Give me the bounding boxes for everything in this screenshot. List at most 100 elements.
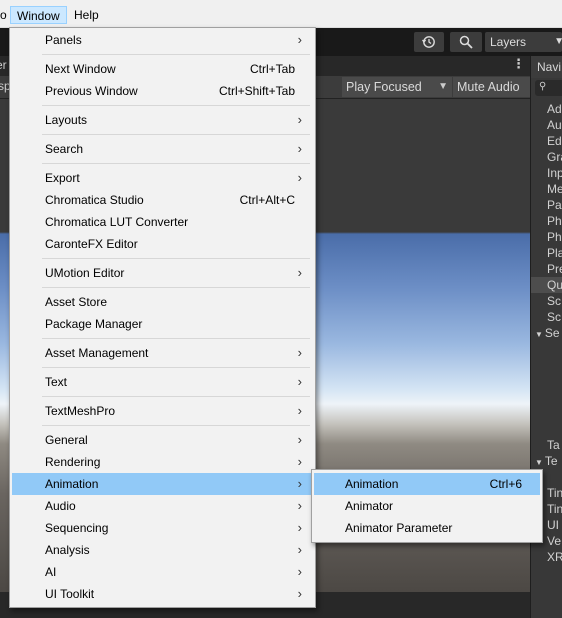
submenu-item-label: Animator Parameter [345,521,453,535]
menu-item-asset-management[interactable]: Asset Management › [12,342,313,364]
chevron-right-icon: › [297,403,302,418]
chevron-right-icon: › [297,141,302,156]
navigation-item [531,373,562,389]
menu-item-label: Chromatica Studio [45,193,144,207]
menu-item-chromatica-lut-converter[interactable]: Chromatica LUT Converter [12,211,313,233]
main-menu-bar: o Window Help [0,0,562,28]
navigation-item [531,405,562,421]
chevron-right-icon: › [297,564,302,579]
menu-item-sequencing[interactable]: Sequencing › [12,517,313,539]
navigation-item[interactable]: Au [531,117,562,133]
navigation-item[interactable]: Pa [531,197,562,213]
submenu-item-animator[interactable]: Animator [314,495,540,517]
menu-item-audio[interactable]: Audio › [12,495,313,517]
navigation-item-label: Pa [547,198,562,212]
menu-separator [42,396,310,397]
menu-item-carontefx-editor[interactable]: CaronteFX Editor [12,233,313,255]
navigation-group[interactable]: ▼ Te [531,453,562,469]
navigation-item[interactable]: Ph [531,213,562,229]
navigation-search-input[interactable]: ⚲ [535,80,562,96]
menu-item-panels[interactable]: Panels › [12,29,313,51]
more-options-icon[interactable]: ⋮ [512,56,525,72]
menu-item-text[interactable]: Text › [12,371,313,393]
navigation-group[interactable]: ▼ Se [531,325,562,341]
navigation-item [531,357,562,373]
navigation-item[interactable]: Ta [531,437,562,453]
mute-audio-toggle[interactable]: Mute Audio [453,77,530,97]
navigation-item-label: Ad [547,102,562,116]
menu-item-label: TextMeshPro [45,404,116,418]
menu-separator [42,54,310,55]
play-focused-dropdown[interactable]: Play Focused ▼ [342,77,452,97]
menu-item-asset-store[interactable]: Asset Store [12,291,313,313]
menu-item-rendering[interactable]: Rendering › [12,451,313,473]
expand-triangle-icon[interactable]: ▼ [535,458,543,467]
menu-help[interactable]: Help [68,6,105,24]
navigation-item-label: Se [544,326,560,340]
menu-item-layouts[interactable]: Layouts › [12,109,313,131]
menu-item-umotion-editor[interactable]: UMotion Editor › [12,262,313,284]
navigation-item[interactable]: Inp [531,165,562,181]
chevron-down-icon: ▼ [554,36,562,47]
navigation-item[interactable]: Sc [531,293,562,309]
chevron-right-icon: › [297,498,302,513]
navigation-item[interactable]: Gra [531,149,562,165]
navigation-item[interactable]: Sc [531,309,562,325]
menu-item-search[interactable]: Search › [12,138,313,160]
menu-window[interactable]: Window [10,6,67,24]
navigation-item[interactable]: Me [531,181,562,197]
menu-item-label: Chromatica LUT Converter [45,215,189,229]
navigation-item[interactable]: Ed [531,133,562,149]
submenu-item-animation[interactable]: Animation Ctrl+6 [314,473,540,495]
menu-item-export[interactable]: Export › [12,167,313,189]
chevron-right-icon: › [297,374,302,389]
navigation-item-label: XR [547,550,562,564]
submenu-item-animator-parameter[interactable]: Animator Parameter [314,517,540,539]
navigation-item[interactable]: Pre [531,261,562,277]
menu-item-next-window[interactable]: Next Window Ctrl+Tab [12,58,313,80]
menu-item-ui-toolkit[interactable]: UI Toolkit › [12,583,313,605]
navigation-item[interactable]: Ph [531,229,562,245]
chevron-right-icon: › [297,32,302,47]
navigation-item[interactable]: Pla [531,245,562,261]
menu-item-label: Previous Window [45,84,138,98]
menu-item-label: AI [45,565,57,579]
menu-separator [42,134,310,135]
menu-item-textmeshpro[interactable]: TextMeshPro › [12,400,313,422]
search-button[interactable] [450,32,482,52]
navigation-item[interactable]: XR [531,549,562,565]
menu-item-label: Panels [45,33,82,47]
navigation-item[interactable]: Qu [531,277,562,293]
expand-triangle-icon[interactable]: ▼ [535,330,543,339]
navigation-item-label: Ve [547,534,562,548]
submenu-item-shortcut: Ctrl+6 [489,477,522,491]
navigation-item-label: Sc [547,310,562,324]
navigation-item[interactable]: Ad [531,101,562,117]
chevron-right-icon: › [297,170,302,185]
menu-item-label: Export [45,171,80,185]
chevron-down-icon: ▼ [438,81,448,92]
menu-item-previous-window[interactable]: Previous Window Ctrl+Shift+Tab [12,80,313,102]
menu-item-label: Sequencing [45,521,109,535]
history-button[interactable] [414,32,444,52]
history-icon [422,36,435,48]
navigation-item-label: Ph [547,214,562,228]
navigation-item-label: Pla [547,246,562,260]
menu-item-general[interactable]: General › [12,429,313,451]
menu-item-animation[interactable]: Animation › [12,473,313,495]
game-view-tab[interactable]: er [0,58,7,72]
chevron-right-icon: › [297,112,302,127]
layers-dropdown[interactable]: Layers ▼ [485,32,562,52]
navigation-item-label: Sc [547,294,562,308]
menu-item-chromatica-studio[interactable]: Chromatica Studio Ctrl+Alt+C [12,189,313,211]
navigation-panel-title[interactable]: Navi [537,60,561,74]
navigation-item-label: Qu [547,278,562,292]
menu-item-ai[interactable]: AI › [12,561,313,583]
menu-item-package-manager[interactable]: Package Manager [12,313,313,335]
menu-item-label: General [45,433,88,447]
menu-item-shortcut: Ctrl+Alt+C [239,193,295,207]
menu-item-analysis[interactable]: Analysis › [12,539,313,561]
menu-separator [42,425,310,426]
chevron-right-icon: › [297,454,302,469]
menu-separator [42,287,310,288]
